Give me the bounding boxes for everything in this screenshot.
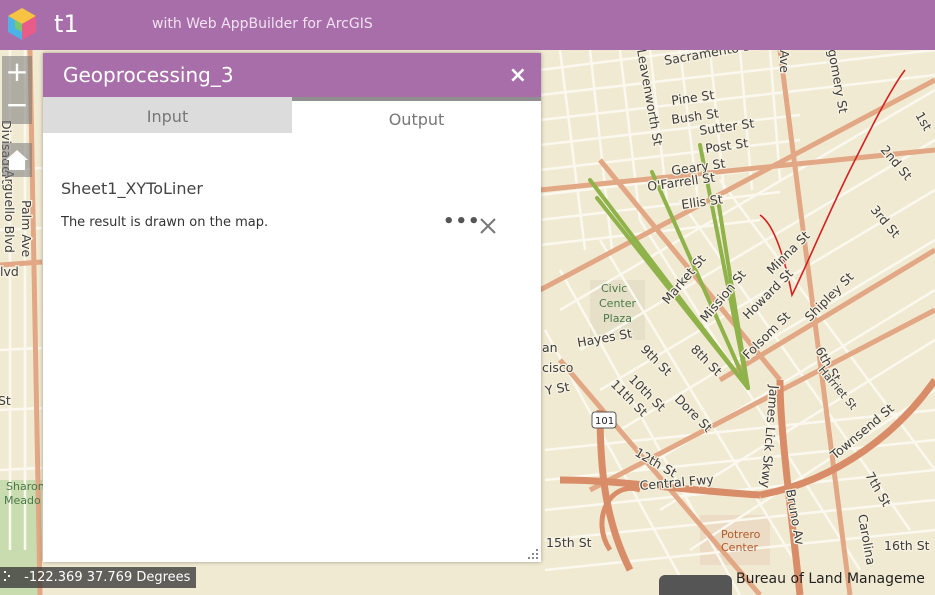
panel-title: Geoprocessing_3 xyxy=(63,63,234,87)
svg-text:Plaza: Plaza xyxy=(603,312,632,325)
zoom-out-button[interactable]: − xyxy=(2,90,32,124)
app-header: t1 with Web AppBuilder for ArcGIS xyxy=(0,0,935,50)
home-icon xyxy=(6,150,28,170)
svg-text:Potrero: Potrero xyxy=(721,528,761,541)
coordinate-icon xyxy=(4,571,10,581)
tab-output[interactable]: Output xyxy=(292,97,541,135)
svg-text:101: 101 xyxy=(595,416,614,427)
result-message: The result is drawn on the map. xyxy=(61,215,269,230)
street-label: 15th St xyxy=(546,535,592,550)
svg-text:Civic: Civic xyxy=(601,282,627,295)
street-label: Ave xyxy=(777,50,792,73)
svg-text:Center: Center xyxy=(721,541,759,554)
street-label: 16th St xyxy=(884,538,930,553)
result-title: Sheet1_XYToLiner xyxy=(61,179,203,198)
app-subtitle: with Web AppBuilder for ArcGIS xyxy=(152,16,373,32)
result-remove-icon[interactable] xyxy=(477,215,499,237)
map-attribution: Bureau of Land Manageme xyxy=(736,571,925,587)
panel-header: Geoprocessing_3 × xyxy=(43,53,541,97)
highway-shield: 101 xyxy=(591,411,617,429)
coordinate-text: -122.369 37.769 Degrees xyxy=(24,570,191,585)
geoprocessing-panel: Geoprocessing_3 × Input Output Sheet1_XY… xyxy=(43,53,541,562)
app-title: t1 xyxy=(54,10,79,38)
resize-handle-icon[interactable] xyxy=(527,548,539,560)
street-label: Palm Ave xyxy=(19,200,34,257)
svg-text:Center: Center xyxy=(599,297,637,310)
street-label: Arguello Blvd xyxy=(2,170,17,253)
svg-text:Sharon: Sharon xyxy=(6,480,45,493)
tab-input[interactable]: Input xyxy=(43,97,292,133)
overview-map-button[interactable] xyxy=(659,575,732,595)
street-label: cisco xyxy=(542,360,573,375)
result-more-button[interactable]: ••• xyxy=(443,213,481,231)
app-logo-icon xyxy=(8,8,36,40)
street-label: an xyxy=(542,340,558,355)
panel-tabs: Input Output xyxy=(43,97,541,135)
svg-text:Meado: Meado xyxy=(4,494,41,507)
street-label: St xyxy=(0,393,11,408)
coordinate-display: -122.369 37.769 Degrees xyxy=(0,567,197,588)
home-button[interactable] xyxy=(2,143,32,177)
zoom-in-button[interactable]: + xyxy=(2,56,32,90)
panel-close-button[interactable]: × xyxy=(509,63,527,88)
street-label: lvd xyxy=(0,264,19,279)
